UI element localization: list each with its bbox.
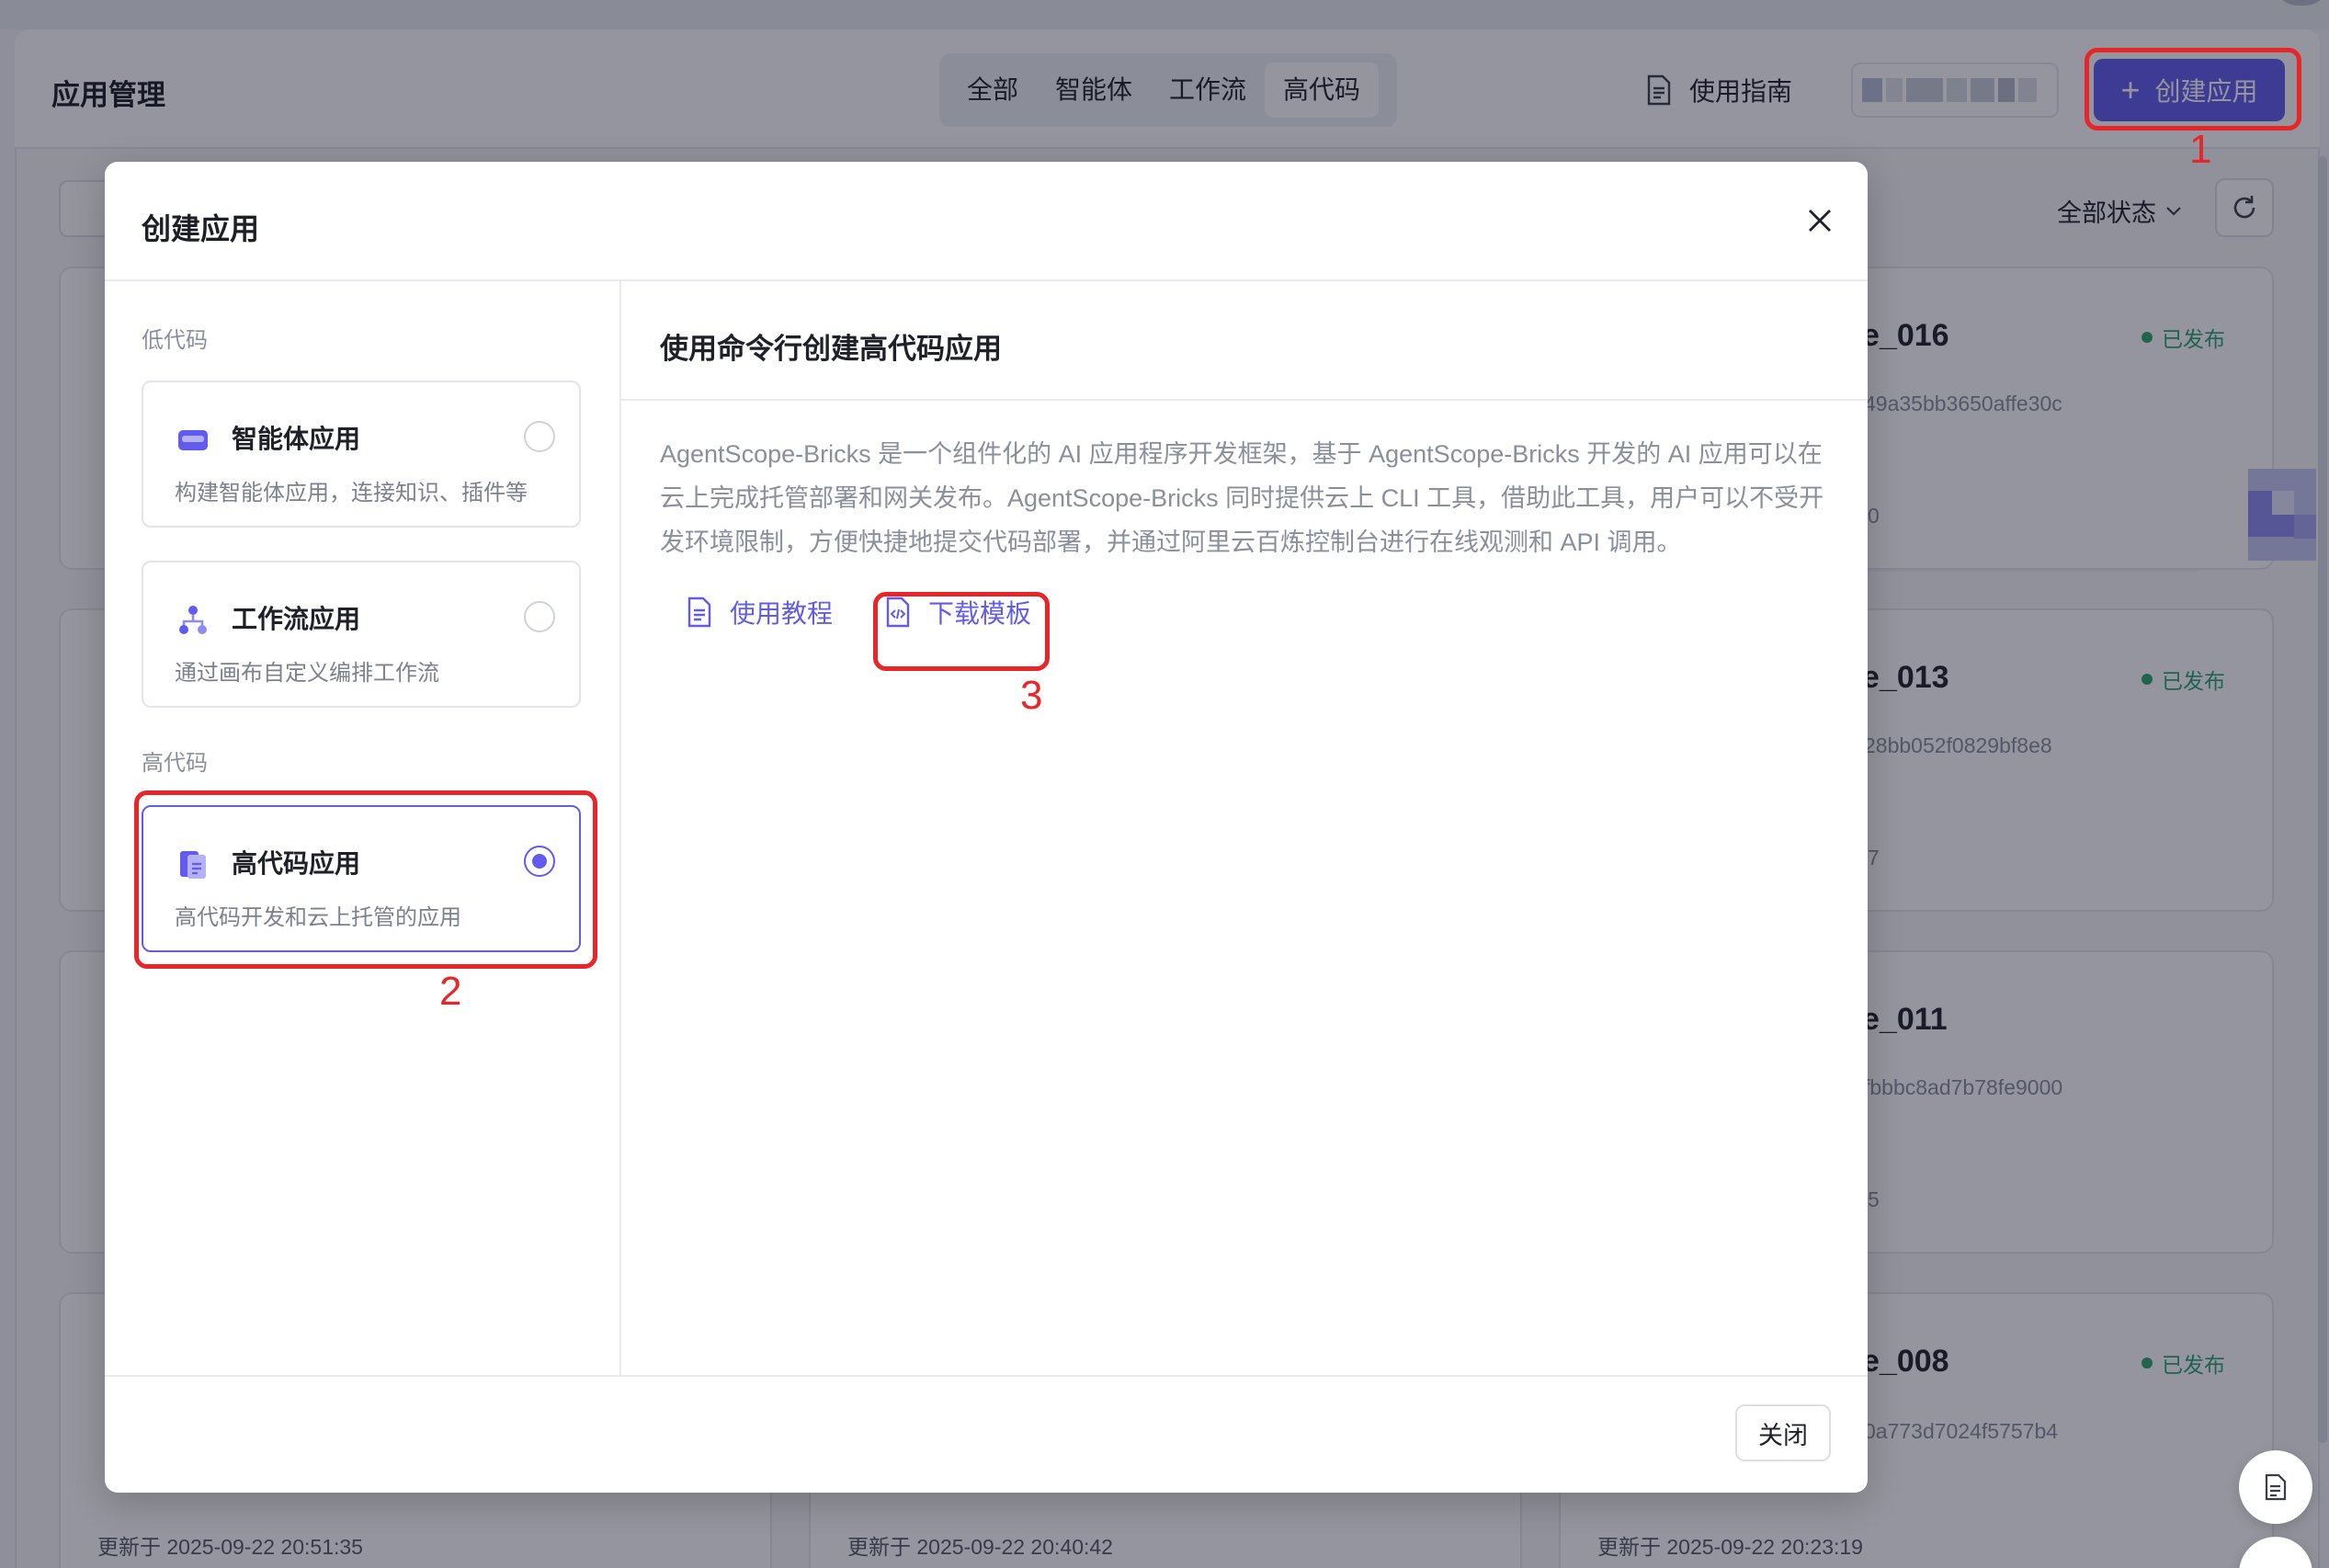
tutorial-link[interactable]: 使用教程 <box>686 594 833 631</box>
option-agent-app[interactable]: 智能体应用 构建智能体应用，连接知识、插件等 <box>142 381 581 528</box>
right-panel-title: 使用命令行创建高代码应用 <box>660 333 1002 365</box>
high-code-description: AgentScope-Bricks 是一个组件化的 AI 应用程序开发框架，基于… <box>660 440 1824 556</box>
option-radio[interactable] <box>524 601 555 632</box>
option-desc: 构建智能体应用，连接知识、插件等 <box>175 481 528 506</box>
annotation-box-high-code-option <box>134 790 597 969</box>
option-workflow-app[interactable]: 工作流应用 通过画布自定义编排工作流 <box>142 561 581 708</box>
tutorial-link-label: 使用教程 <box>730 599 834 628</box>
annotation-number: 1 <box>2189 127 2212 172</box>
option-name: 智能体应用 <box>232 425 361 453</box>
modal-close-button[interactable] <box>1800 200 1840 241</box>
annotation-box-download-template <box>873 592 1050 671</box>
modal-title: 创建应用 <box>142 212 260 245</box>
modal-column-divider <box>619 281 621 1377</box>
modal-header-divider <box>105 279 1868 281</box>
workflow-nodes-icon <box>179 606 207 634</box>
annotation-number: 3 <box>1020 673 1043 718</box>
document-icon <box>2265 1473 2287 1501</box>
option-desc: 通过画布自定义编排工作流 <box>175 661 439 686</box>
agent-box-icon <box>178 430 208 450</box>
docs-float-button[interactable] <box>2239 1450 2312 1524</box>
option-name: 工作流应用 <box>232 605 361 633</box>
close-icon <box>1809 210 1831 232</box>
group-label-high-code: 高代码 <box>142 751 208 776</box>
modal-close-footer-button[interactable]: 关闭 <box>1735 1404 1831 1461</box>
right-panel-divider <box>621 399 1868 401</box>
annotation-box-create-button <box>2085 48 2301 131</box>
annotation-number: 2 <box>439 969 462 1014</box>
option-radio[interactable] <box>524 421 555 452</box>
modal-footer-divider <box>105 1375 1868 1377</box>
group-label-low-code: 低代码 <box>142 328 208 353</box>
document-icon <box>687 597 711 628</box>
